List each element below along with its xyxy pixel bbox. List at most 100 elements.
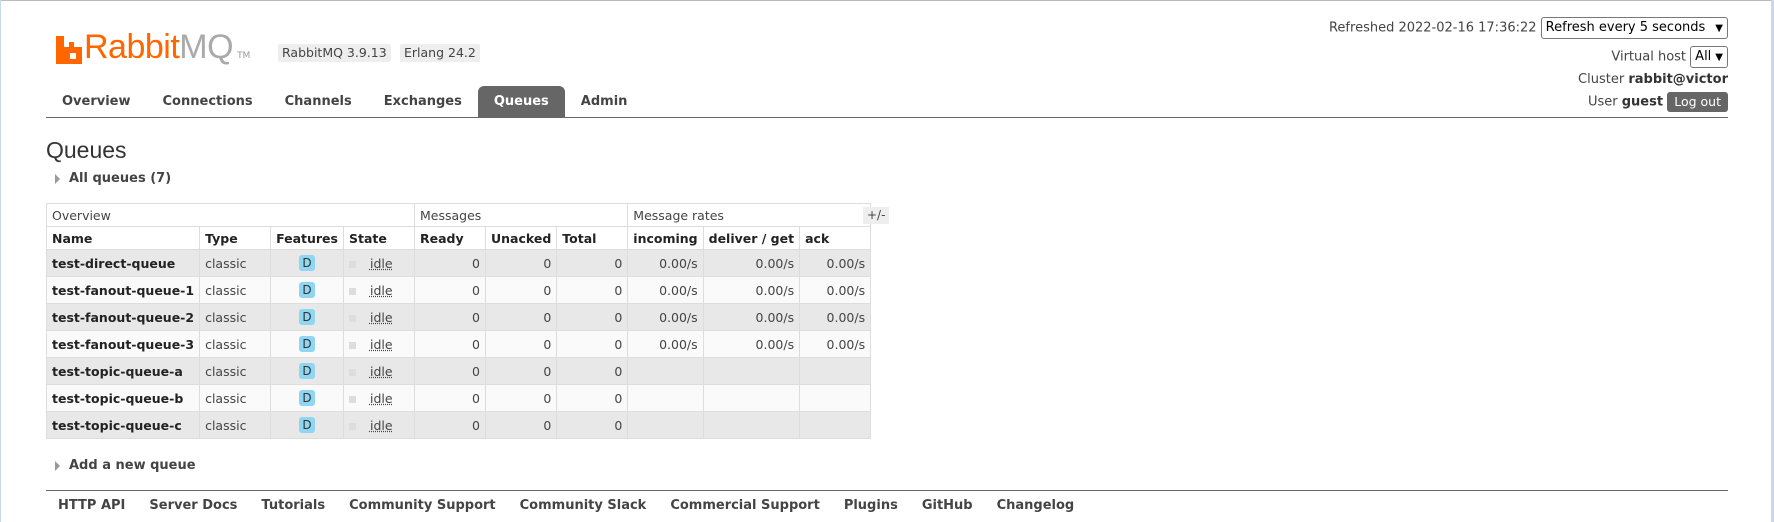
column-group-header-row: Overview Messages Message rates: [46, 203, 872, 227]
column-toggle-button[interactable]: +/-: [863, 207, 890, 224]
logo-text-rabbit: Rabbit: [84, 28, 180, 66]
queue-name-link[interactable]: test-direct-queue: [45, 249, 201, 277]
state-indicator-icon: [348, 341, 356, 349]
tab-connections[interactable]: Connections: [147, 86, 269, 117]
durable-badge: D: [299, 390, 315, 406]
queue-name-link[interactable]: test-fanout-queue-2: [45, 303, 201, 331]
footer-link-changelog[interactable]: Changelog: [985, 498, 1087, 513]
queue-rate-deliver-get: [702, 411, 801, 439]
queue-type: classic: [199, 276, 272, 304]
durable-badge: D: [299, 417, 315, 433]
add-queue-toggle[interactable]: Add a new queue: [55, 458, 196, 473]
refresh-interval-value: Refresh every 5 seconds: [1545, 20, 1706, 35]
queue-ready: 0: [413, 384, 486, 412]
page-title: Queues: [46, 137, 127, 163]
durable-badge: D: [299, 309, 315, 325]
refresh-interval-select[interactable]: Refresh every 5 seconds ▼: [1540, 17, 1728, 39]
col-type[interactable]: Type: [199, 226, 272, 250]
queue-total: 0: [556, 330, 629, 358]
queue-total: 0: [556, 384, 629, 412]
queue-rate-ack: [799, 411, 872, 439]
queue-ready: 0: [413, 249, 486, 277]
queue-unacked: 0: [484, 276, 558, 304]
queue-total: 0: [556, 357, 629, 385]
virtual-host-select[interactable]: All ▼: [1690, 46, 1728, 68]
vhost-area: Virtual host All ▼: [1611, 46, 1728, 68]
state-indicator-icon: [348, 314, 356, 322]
footer-link-community-slack[interactable]: Community Slack: [508, 498, 659, 513]
footer-link-commercial-support[interactable]: Commercial Support: [658, 498, 832, 513]
queue-name-link[interactable]: test-fanout-queue-3: [45, 330, 201, 358]
user-name: guest: [1621, 94, 1664, 110]
col-features[interactable]: Features: [270, 226, 344, 250]
group-message-rates: Message rates: [627, 203, 872, 227]
tab-queues[interactable]: Queues: [477, 86, 565, 117]
queue-rate-deliver-get: [702, 357, 801, 385]
queue-rate-deliver-get: 0.00/s: [702, 276, 801, 304]
logo-text-mq: MQ: [179, 28, 234, 66]
queue-state: idle: [342, 276, 415, 304]
rabbitmq-logo[interactable]: Rabbit MQ TM: [56, 28, 250, 64]
all-queues-toggle[interactable]: All queues (7): [55, 171, 171, 186]
footer-link-community-support[interactable]: Community Support: [337, 498, 508, 513]
col-ack[interactable]: ack: [799, 226, 872, 250]
footer-link-http-api[interactable]: HTTP API: [46, 498, 137, 513]
tab-overview[interactable]: Overview: [46, 86, 147, 117]
chevron-down-icon: ▼: [1715, 52, 1723, 63]
queue-rate-ack: [799, 357, 872, 385]
col-ready[interactable]: Ready: [413, 226, 486, 250]
virtual-host-label: Virtual host: [1611, 49, 1687, 65]
queue-row: test-direct-queue classic Didle 0 0 0 0.00/s 0.…: [45, 249, 872, 277]
queue-state-label: idle: [369, 390, 393, 406]
queues-table: Overview Messages Message rates Name Typ…: [45, 203, 872, 439]
tab-admin[interactable]: Admin: [565, 86, 644, 117]
queue-row: test-topic-queue-a classic Didle 0 0 0: [45, 357, 872, 385]
cluster-label: Cluster: [1578, 72, 1625, 87]
footer-link-github[interactable]: GitHub: [910, 498, 985, 513]
queue-name-link[interactable]: test-fanout-queue-1: [45, 276, 201, 304]
queue-unacked: 0: [484, 303, 558, 331]
queue-rate-incoming: [627, 411, 704, 439]
queue-state-label: idle: [369, 336, 393, 352]
user-area: User guest Log out: [1588, 92, 1728, 112]
queue-state: idle: [342, 357, 415, 385]
col-name[interactable]: Name: [45, 226, 201, 250]
footer-link-plugins[interactable]: Plugins: [832, 498, 910, 513]
col-deliver-get[interactable]: deliver / get: [702, 226, 801, 250]
refreshed-timestamp: Refreshed 2022-02-16 17:36:22: [1328, 20, 1537, 36]
queue-total: 0: [556, 249, 629, 277]
queue-features: D: [270, 330, 344, 358]
queue-ready: 0: [413, 357, 486, 385]
col-incoming[interactable]: incoming: [627, 226, 704, 250]
queue-rate-deliver-get: 0.00/s: [702, 303, 801, 331]
queue-type: classic: [199, 411, 272, 439]
state-indicator-icon: [348, 395, 356, 403]
queue-unacked: 0: [484, 411, 558, 439]
queue-name-link[interactable]: test-topic-queue-b: [45, 384, 201, 412]
footer-divider: [46, 490, 1728, 491]
group-overview: Overview: [46, 203, 415, 227]
queue-total: 0: [556, 303, 629, 331]
col-total[interactable]: Total: [556, 226, 629, 250]
queue-unacked: 0: [484, 249, 558, 277]
queue-state: idle: [342, 249, 415, 277]
virtual-host-value: All: [1695, 49, 1712, 64]
col-state[interactable]: State: [342, 226, 415, 250]
queue-features: D: [270, 357, 344, 385]
footer-link-server-docs[interactable]: Server Docs: [137, 498, 249, 513]
queue-name-link[interactable]: test-topic-queue-c: [45, 411, 201, 439]
queue-features: D: [270, 249, 344, 277]
tab-channels[interactable]: Channels: [269, 86, 368, 117]
footer-link-tutorials[interactable]: Tutorials: [249, 498, 337, 513]
queue-name-link[interactable]: test-topic-queue-a: [45, 357, 201, 385]
queue-unacked: 0: [484, 330, 558, 358]
tab-exchanges[interactable]: Exchanges: [368, 86, 478, 117]
logout-button[interactable]: Log out: [1667, 92, 1728, 112]
queue-rate-deliver-get: 0.00/s: [702, 249, 801, 277]
queue-row: test-topic-queue-c classic Didle 0 0 0: [45, 411, 872, 439]
col-unacked[interactable]: Unacked: [484, 226, 558, 250]
queue-rate-incoming: 0.00/s: [627, 276, 704, 304]
queue-features: D: [270, 303, 344, 331]
queue-row: test-fanout-queue-3 classic Didle 0 0 0 0.00/s…: [45, 330, 872, 358]
queue-rate-ack: 0.00/s: [799, 249, 872, 277]
